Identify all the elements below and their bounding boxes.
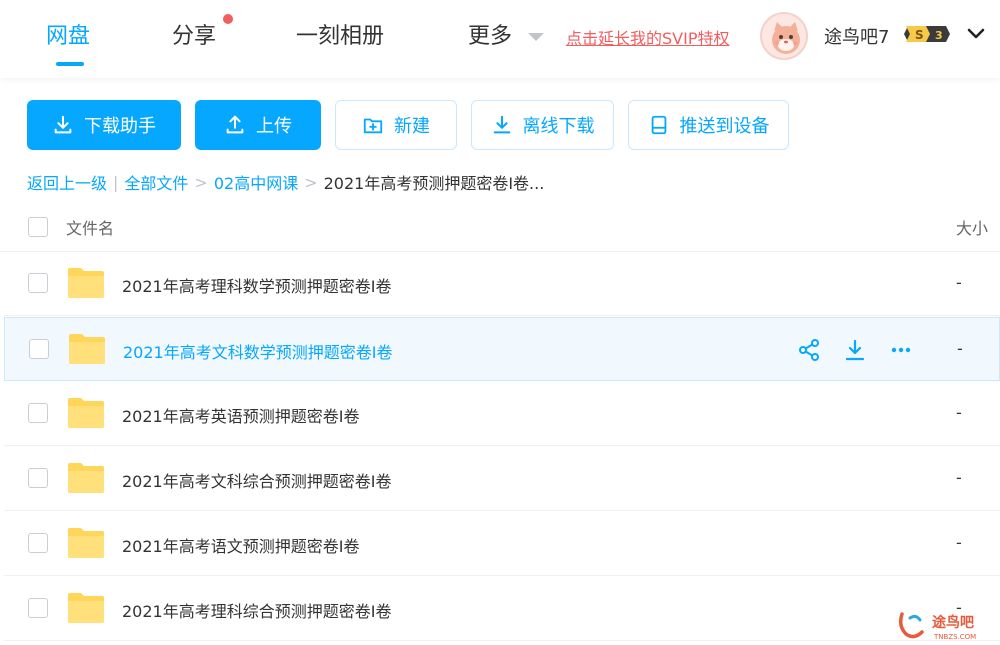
file-name[interactable]: 2021年高考理科综合预测押题密卷I卷 xyxy=(122,598,391,622)
active-tab-indicator xyxy=(56,62,84,66)
offline-download-icon xyxy=(493,115,510,134)
breadcrumb-separator: > xyxy=(304,172,318,192)
new-folder-icon xyxy=(363,118,383,134)
top-navigation: 网盘 分享 一刻相册 更多 点击延长我的SVIP特权 途鸟吧7 S 3 xyxy=(0,0,1000,78)
row-checkbox[interactable] xyxy=(28,403,48,423)
nav-tab-more[interactable]: 更多 xyxy=(468,18,512,50)
file-row[interactable]: 2021年高考语文预测押题密卷I卷 - xyxy=(4,512,1000,576)
watermark-logo: 途鸟吧 TNBZS.COM xyxy=(898,612,976,641)
offline-download-label: 离线下载 xyxy=(522,116,595,137)
upload-label: 上传 xyxy=(256,116,292,137)
file-list-header: 文件名 大小 xyxy=(0,200,1000,252)
offline-download-button[interactable]: 离线下载 xyxy=(471,100,614,150)
folder-icon xyxy=(69,334,105,364)
download-icon xyxy=(54,115,72,134)
file-size: - xyxy=(956,468,962,487)
watermark-text: 途鸟吧 xyxy=(932,614,974,631)
nav-tab-share[interactable]: 分享 xyxy=(172,18,216,50)
folder-icon xyxy=(68,463,104,493)
nav-tab-netdisk[interactable]: 网盘 xyxy=(46,18,90,50)
device-icon xyxy=(651,115,666,135)
download-helper-button[interactable]: 下载助手 xyxy=(27,100,181,150)
breadcrumb-parent-folder[interactable]: 02高中网课 xyxy=(214,170,298,194)
file-size: - xyxy=(957,339,963,358)
row-checkbox[interactable] xyxy=(29,339,49,359)
breadcrumb-separator: > xyxy=(194,172,208,192)
push-to-device-label: 推送到设备 xyxy=(679,116,770,137)
breadcrumb-divider: | xyxy=(113,172,119,192)
file-row-hovered[interactable]: 2021年高考文科数学预测押题密卷I卷 - xyxy=(4,317,1000,381)
file-name[interactable]: 2021年高考英语预测押题密卷I卷 xyxy=(122,403,359,427)
svip-promo-link[interactable]: 点击延长我的SVIP特权 xyxy=(566,25,729,49)
folder-icon xyxy=(68,268,104,298)
file-name[interactable]: 2021年高考文科数学预测押题密卷I卷 xyxy=(123,339,392,363)
file-size: - xyxy=(956,533,962,552)
file-size: - xyxy=(956,403,962,422)
select-all-checkbox[interactable] xyxy=(28,217,48,237)
upload-icon xyxy=(226,115,244,134)
share-icon[interactable] xyxy=(797,338,821,362)
file-row[interactable]: 2021年高考理科综合预测押题密卷I卷 - xyxy=(4,577,1000,641)
username[interactable]: 途鸟吧7 xyxy=(824,23,889,49)
column-header-size[interactable]: 大小 xyxy=(956,215,988,239)
breadcrumb-back-link[interactable]: 返回上一级 xyxy=(27,170,107,194)
svip-level-badge: S 3 xyxy=(904,26,950,42)
file-name[interactable]: 2021年高考文科综合预测押题密卷I卷 xyxy=(122,468,391,492)
row-checkbox[interactable] xyxy=(28,533,48,553)
nav-tab-album[interactable]: 一刻相册 xyxy=(296,18,384,50)
chevron-down-icon[interactable] xyxy=(966,24,986,44)
row-checkbox[interactable] xyxy=(28,273,48,293)
notification-dot xyxy=(223,14,233,24)
new-folder-label: 新建 xyxy=(394,116,430,137)
row-checkbox[interactable] xyxy=(28,468,48,488)
download-icon[interactable] xyxy=(843,338,867,362)
file-name[interactable]: 2021年高考理科数学预测押题密卷I卷 xyxy=(122,273,391,297)
breadcrumb-all-files[interactable]: 全部文件 xyxy=(124,170,188,194)
upload-button[interactable]: 上传 xyxy=(195,100,321,150)
svip-badge-level: 3 xyxy=(935,29,943,42)
file-name[interactable]: 2021年高考语文预测押题密卷I卷 xyxy=(122,533,359,557)
breadcrumb-current-folder: 2021年高考预测押题密卷Ⅰ卷... xyxy=(323,174,545,193)
row-actions xyxy=(797,338,913,362)
folder-icon xyxy=(68,398,104,428)
folder-icon xyxy=(68,593,104,623)
folder-icon xyxy=(68,528,104,558)
avatar-cat-icon xyxy=(772,22,800,54)
new-folder-button[interactable]: 新建 xyxy=(335,100,457,150)
watermark-subtext: TNBZS.COM xyxy=(933,633,976,641)
file-row[interactable]: 2021年高考理科数学预测押题密卷I卷 - xyxy=(4,252,1000,316)
file-size: - xyxy=(956,273,962,292)
row-checkbox[interactable] xyxy=(28,598,48,618)
column-header-name[interactable]: 文件名 xyxy=(66,215,114,239)
avatar[interactable] xyxy=(760,12,808,60)
more-dropdown-icon[interactable] xyxy=(528,33,544,41)
more-options-icon[interactable] xyxy=(889,338,913,362)
breadcrumb: 返回上一级 | 全部文件 > 02高中网课 > 2021年高考预测押题密卷Ⅰ卷.… xyxy=(27,170,544,194)
push-to-device-button[interactable]: 推送到设备 xyxy=(628,100,789,150)
svip-badge-letter: S xyxy=(915,28,924,42)
file-row[interactable]: 2021年高考文科综合预测押题密卷I卷 - xyxy=(4,447,1000,511)
download-helper-label: 下载助手 xyxy=(84,116,156,137)
file-row[interactable]: 2021年高考英语预测押题密卷I卷 - xyxy=(4,382,1000,446)
